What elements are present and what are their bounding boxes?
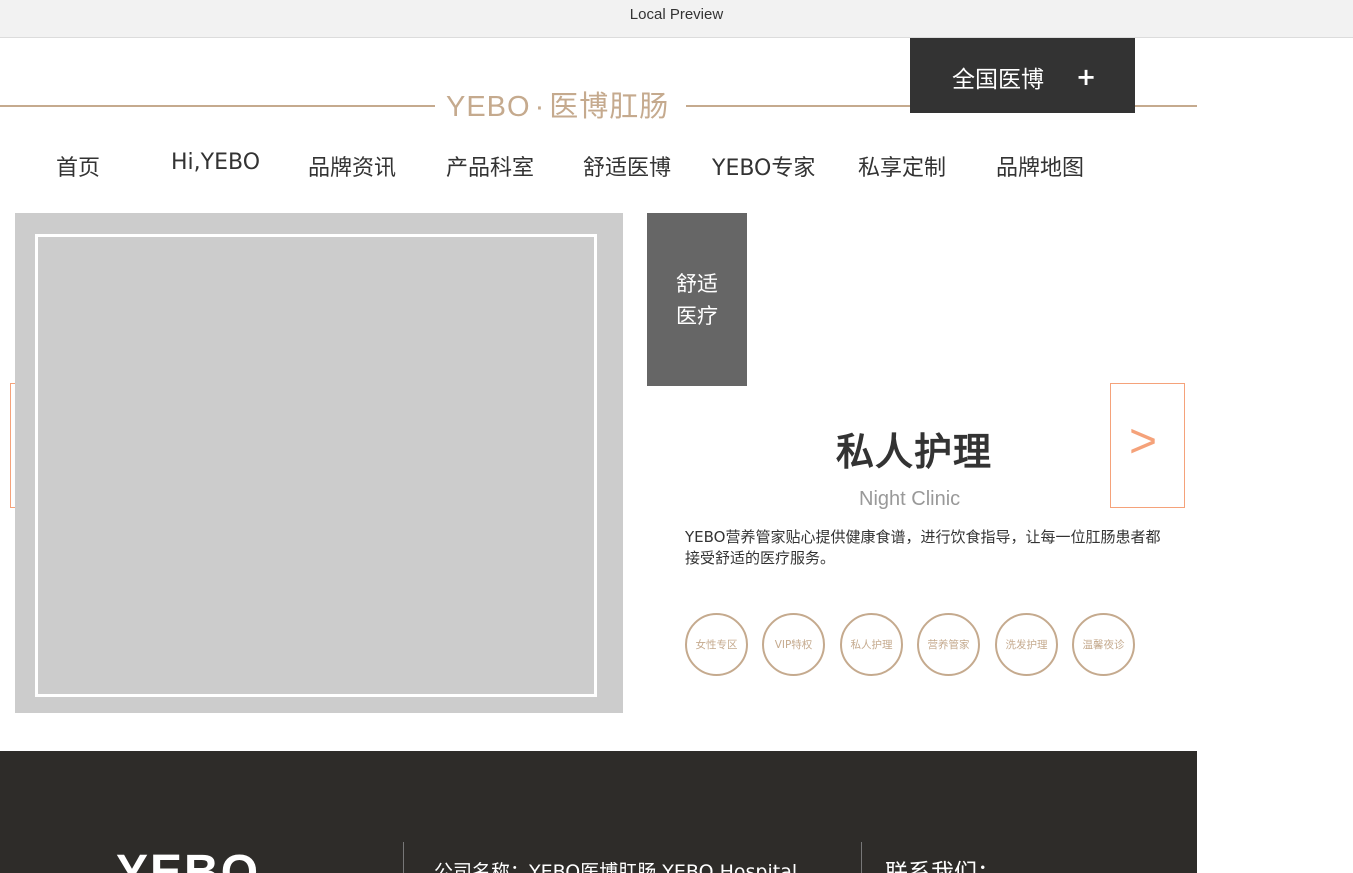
footer-divider-2: [861, 842, 862, 873]
nav-item-experts[interactable]: YEBO专家: [712, 150, 815, 182]
nav-item-brand-map[interactable]: 品牌地图: [996, 150, 1084, 182]
nav-item-departments[interactable]: 产品科室: [446, 150, 534, 182]
category-tab-line2: 医疗: [676, 304, 718, 328]
next-slide-button[interactable]: >: [1110, 383, 1185, 508]
tag-private-care[interactable]: 私人护理: [840, 613, 903, 676]
national-branches-button[interactable]: 全国医博 +: [910, 38, 1135, 113]
nav-item-home[interactable]: 首页: [56, 150, 100, 182]
nav-item-brand-news[interactable]: 品牌资讯: [308, 150, 396, 182]
tag-nutrition[interactable]: 营养管家: [917, 613, 980, 676]
window-title: Local Preview: [629, 6, 724, 23]
footer-company-name: 公司名称：YEBO医博肛肠 YEBO Hospital: [434, 861, 798, 873]
section-title: 私人护理: [836, 430, 993, 474]
chevron-right-icon: >: [1129, 415, 1158, 468]
tag-hair-wash[interactable]: 洗发护理: [995, 613, 1058, 676]
category-tab-comfort-medical[interactable]: 舒适 医疗: [647, 213, 747, 386]
site-footer: YEBO 公司名称：YEBO医博肛肠 YEBO Hospital 联系我们：: [0, 751, 1197, 873]
nav-item-hi-yebo[interactable]: Hi,YEBO: [171, 150, 260, 175]
main-nav: 首页 Hi,YEBO 品牌资讯 产品科室 舒适医博 YEBO专家 私享定制 品牌…: [0, 140, 1197, 190]
tag-night-clinic[interactable]: 温馨夜诊: [1072, 613, 1135, 676]
logo-brand: YEBO: [446, 91, 531, 123]
gallery-image-frame: [35, 234, 597, 697]
footer-logo: YEBO: [116, 846, 261, 873]
nav-item-comfort[interactable]: 舒适医博: [583, 150, 671, 182]
nav-item-custom[interactable]: 私享定制: [858, 150, 946, 182]
logo-dot: ·: [534, 91, 546, 123]
footer-contact-heading: 联系我们：: [885, 860, 1000, 873]
plus-icon: +: [1076, 63, 1097, 91]
gallery-image: [15, 213, 623, 713]
site-logo[interactable]: YEBO · 医博肛肠: [446, 86, 678, 128]
section-subtitle: Night Clinic: [859, 488, 961, 510]
window-titlebar: Local Preview: [0, 0, 1353, 38]
footer-divider-1: [403, 842, 404, 873]
section-description: YEBO营养管家贴心提供健康食谱，进行饮食指导，让每一位肛肠患者都接受舒适的医疗…: [685, 528, 1161, 567]
tag-vip[interactable]: VIP特权: [762, 613, 825, 676]
national-branches-label: 全国医博: [952, 67, 1044, 93]
logo-name: 医博肛肠: [549, 91, 670, 123]
category-tab-line1: 舒适: [676, 272, 718, 296]
logo-divider-left: [0, 105, 435, 107]
tag-women-zone[interactable]: 女性专区: [685, 613, 748, 676]
